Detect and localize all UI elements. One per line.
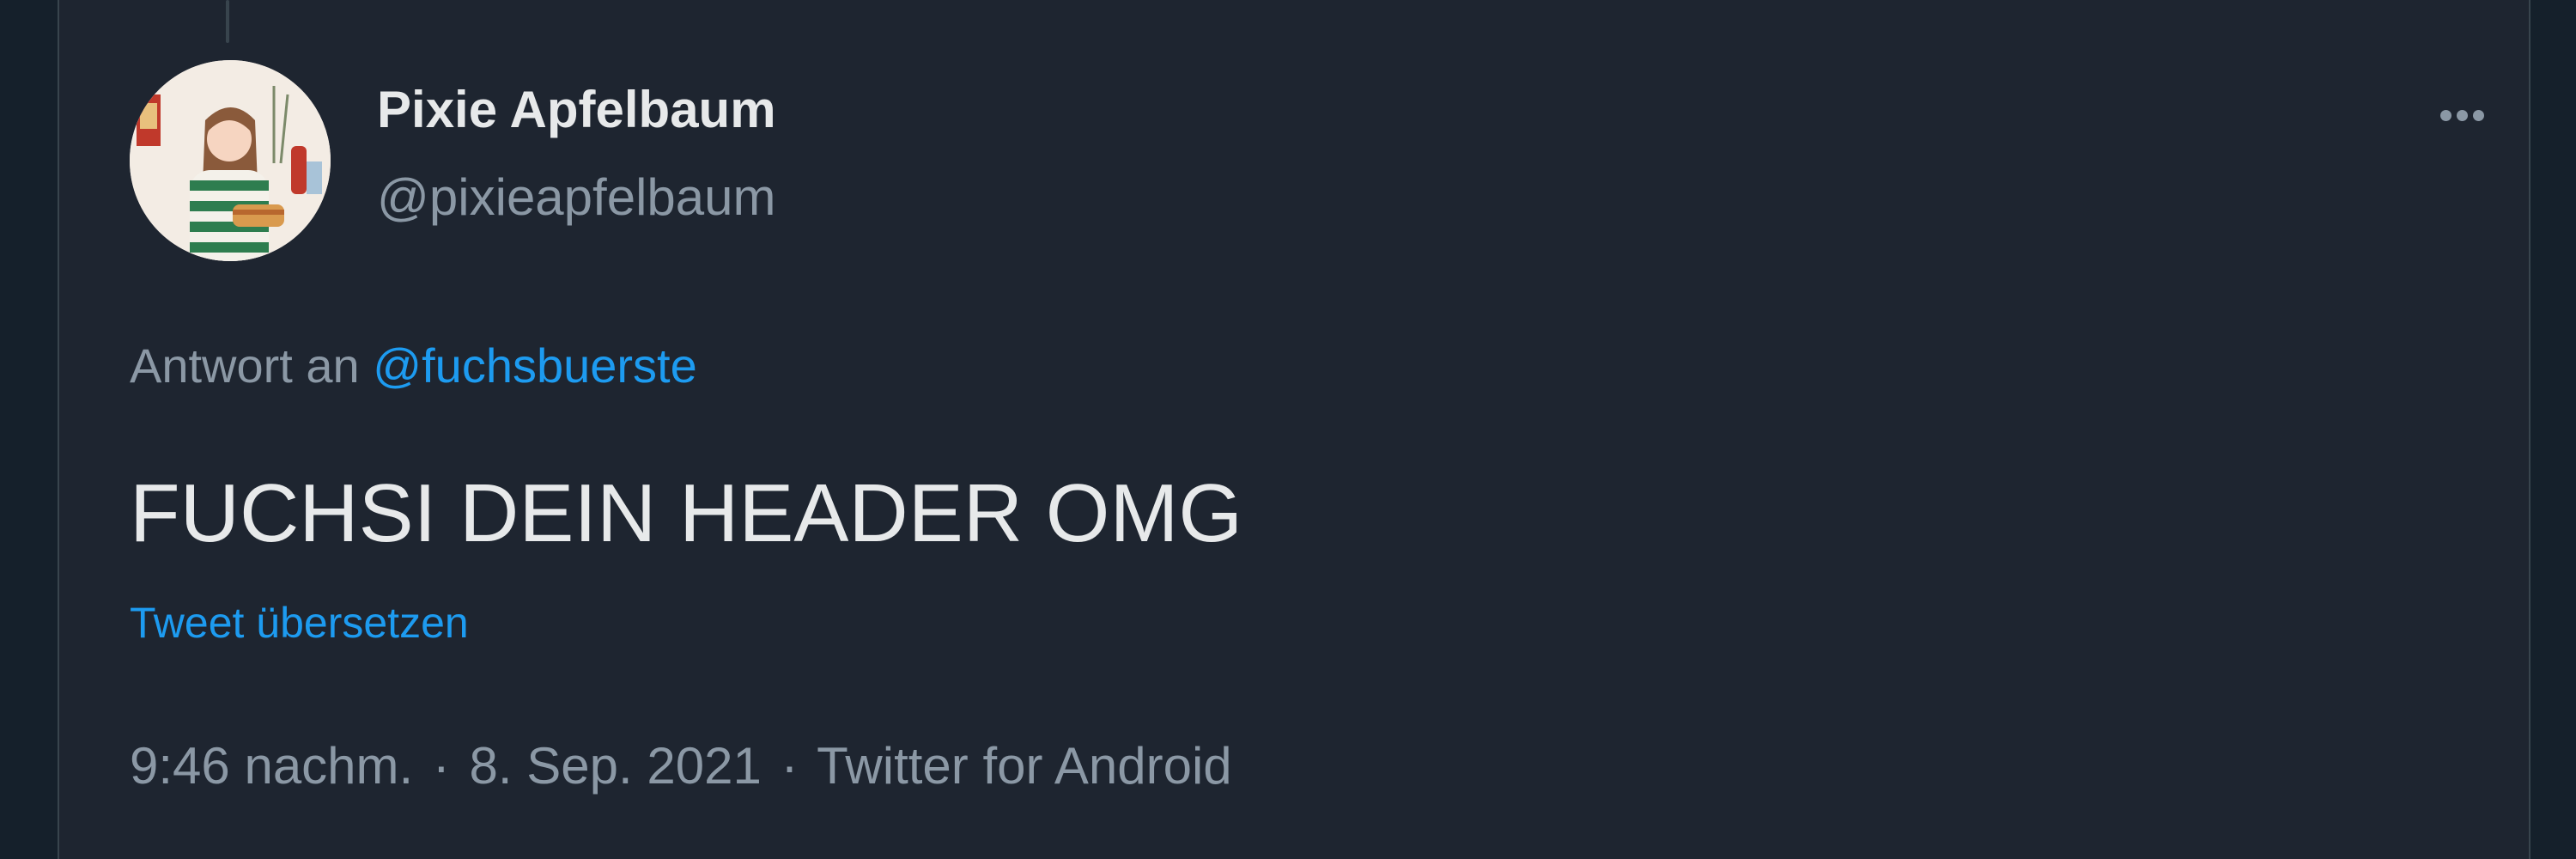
meta-separator: · <box>781 737 799 795</box>
tweet-time[interactable]: 9:46 nachm. <box>130 737 413 795</box>
author-display-name[interactable]: Pixie Apfelbaum <box>377 84 776 136</box>
replying-to-mention-link[interactable]: @fuchsbuerste <box>373 338 696 393</box>
replying-to: Antwort an @fuchsbuerste <box>130 342 697 390</box>
meta-separator: · <box>432 737 450 795</box>
avatar-illustration <box>130 60 331 261</box>
replying-to-prefix: Antwort an <box>130 338 360 393</box>
more-dot <box>2440 110 2451 121</box>
more-options-icon[interactable] <box>2419 79 2505 148</box>
author-handle[interactable]: @pixieapfelbaum <box>377 172 776 223</box>
thread-connector-line <box>226 0 229 43</box>
translate-tweet-link[interactable]: Tweet übersetzen <box>130 601 469 644</box>
tweet-source: Twitter for Android <box>817 737 1232 795</box>
tweet-card: Pixie Apfelbaum @pixieapfelbaum Antwort … <box>58 0 2530 859</box>
tweet-text: FUCHSI DEIN HEADER OMG <box>130 467 1243 559</box>
more-dot <box>2457 110 2468 121</box>
more-dot <box>2473 110 2484 121</box>
tweet-metadata: 9:46 nachm. · 8. Sep. 2021 · Twitter for… <box>130 740 1232 792</box>
avatar[interactable] <box>130 60 331 261</box>
tweet-date[interactable]: 8. Sep. 2021 <box>470 737 762 795</box>
